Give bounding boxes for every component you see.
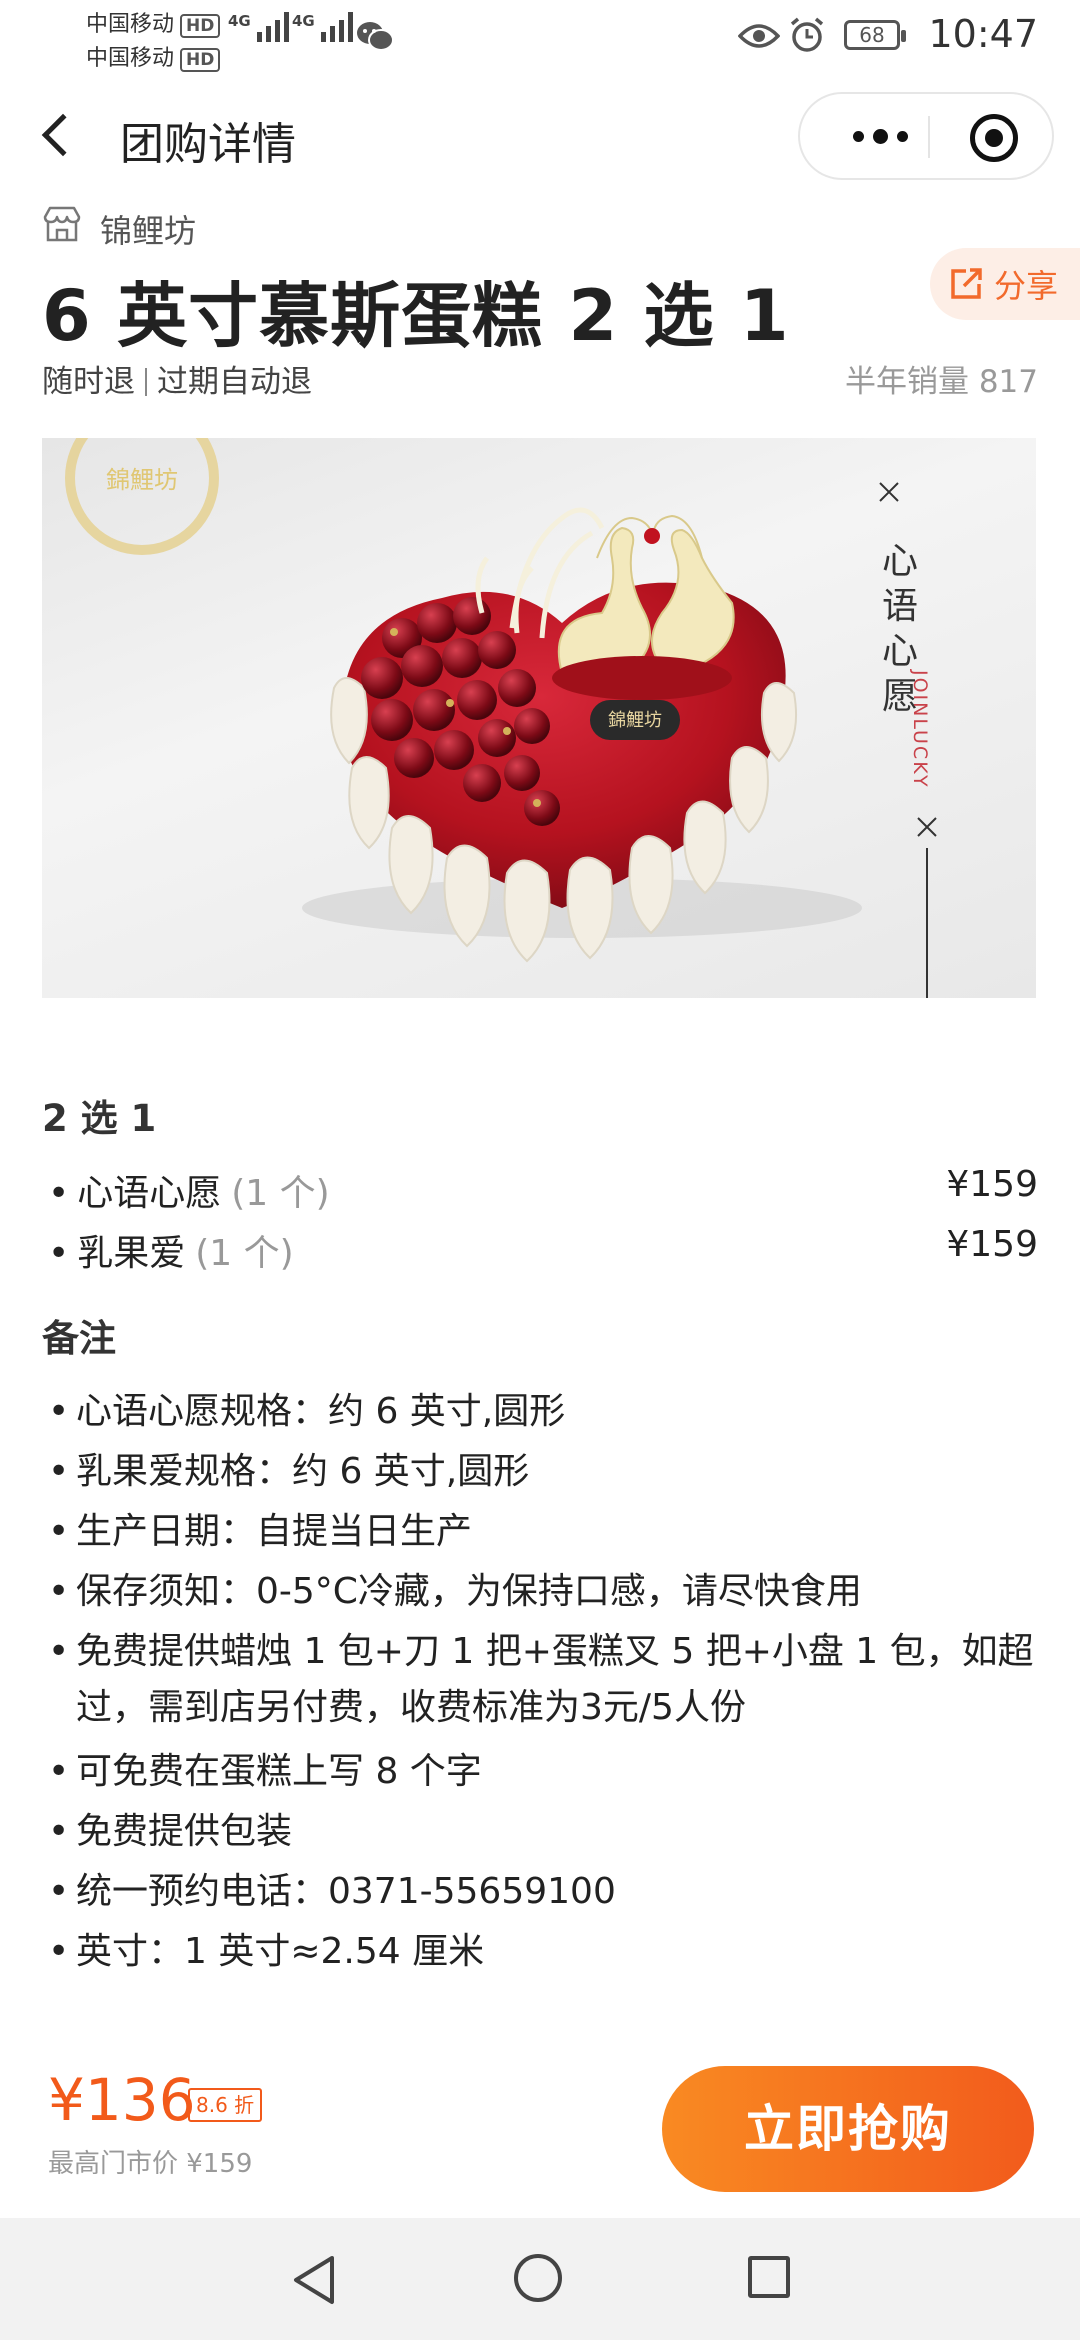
product-image[interactable]: 錦鯉坊 錦鯉坊 心 语 心 愿 JOINLUCKY	[42, 438, 1036, 998]
note-item: • 乳果爱规格：约 6 英寸,圆形	[48, 1444, 1038, 1500]
note-item: • 可免费在蛋糕上写 8 个字	[48, 1744, 1038, 1800]
vertical-char-1: 心	[882, 541, 918, 582]
note-item: • 英寸：1 英寸≈2.54 厘米	[48, 1924, 1038, 1980]
plaque-text: 錦鯉坊	[608, 710, 662, 731]
note-text: 免费提供蜡烛 1 包+刀 1 把+蛋糕叉 5 把+小盘 1 包，如超过，需到店另…	[76, 1631, 1034, 1728]
note-text: 统一预约电话：0371-55659100	[76, 1871, 616, 1912]
status-bar: 中国移动 HD 中国移动 HD 4G 4G 68 10:47	[0, 0, 1080, 80]
carrier-2-label: 中国移动	[86, 46, 175, 71]
note-text: 英寸：1 英寸≈2.54 厘米	[76, 1931, 485, 1972]
share-icon	[951, 268, 982, 299]
nav-recent-apps-icon[interactable]	[748, 2256, 790, 2298]
eye-icon	[738, 24, 780, 48]
alarm-icon	[790, 17, 824, 52]
capsule-divider	[928, 116, 930, 158]
option-name: 乳果爱	[77, 1233, 186, 1274]
refund-tags: 随时退 过期自动退	[42, 356, 312, 401]
carrier-2: 中国移动 HD	[86, 40, 221, 72]
mini-program-capsule	[798, 92, 1054, 180]
store-icon	[43, 206, 81, 242]
wechat-icon	[357, 22, 394, 51]
option-row-2: • 乳果爱 (1 个) ¥159	[48, 1224, 1038, 1274]
option-name: 心语心愿	[77, 1173, 222, 1214]
buy-now-button[interactable]: 立即抢购	[662, 2066, 1034, 2192]
note-text: 乳果爱规格：约 6 英寸,圆形	[76, 1451, 530, 1492]
note-item: • 生产日期：自提当日生产	[48, 1504, 1038, 1560]
note-text: 保存须知：0-5°C冷藏，为保持口感，请尽快食用	[76, 1571, 862, 1612]
joinlucky-text: JOINLUCKY	[909, 669, 931, 789]
nav-back-icon[interactable]	[290, 2254, 338, 2306]
note-item: • 免费提供蜡烛 1 包+刀 1 把+蛋糕叉 5 把+小盘 1 包，如超过，需到店…	[48, 1624, 1038, 1736]
option-price: ¥159	[946, 1164, 1038, 1205]
network-label-1: 4G	[228, 12, 251, 30]
tag-anytime-refund: 随时退	[42, 364, 135, 400]
close-miniprogram-icon[interactable]	[970, 114, 1018, 162]
network-label-2: 4G	[292, 12, 315, 30]
system-navigation-bar	[0, 2218, 1080, 2340]
vertical-char-3: 心	[882, 631, 918, 672]
hd-badge-2: HD	[180, 48, 221, 72]
notes-title: 备注	[42, 1317, 116, 1360]
note-text: 免费提供包装	[76, 1811, 293, 1852]
options-title: 2 选 1	[42, 1097, 157, 1140]
discount-badge: 8.6 折	[188, 2088, 263, 2122]
note-text: 生产日期：自提当日生产	[76, 1511, 473, 1552]
carrier-1-label: 中国移动	[86, 12, 175, 37]
brand-logo-text: 錦鯉坊	[106, 466, 178, 494]
tag-expire-refund: 过期自动退	[157, 364, 312, 400]
back-arrow-icon[interactable]	[41, 113, 85, 157]
option-row-1: • 心语心愿 (1 个) ¥159	[48, 1164, 1038, 1214]
carrier-1: 中国移动 HD	[86, 6, 221, 38]
signal-1-icon: 4G	[228, 12, 289, 42]
deal-price: ¥136	[48, 2066, 196, 2134]
clock: 10:47	[928, 12, 1038, 56]
page-title: 团购详情	[120, 119, 296, 170]
more-icon[interactable]	[840, 121, 920, 151]
option-qty: (1 个)	[231, 1173, 330, 1214]
cake-photo: 錦鯉坊 錦鯉坊 心 语 心 愿 JOINLUCKY	[65, 438, 937, 998]
option-qty: (1 个)	[195, 1233, 294, 1274]
battery-icon: 68	[844, 20, 906, 50]
note-text: 可免费在蛋糕上写 8 个字	[76, 1751, 482, 1792]
note-item: • 统一预约电话：0371-55659100	[48, 1864, 1038, 1920]
shop-name[interactable]: 锦鲤坊	[100, 206, 196, 252]
note-item: • 免费提供包装	[48, 1804, 1038, 1860]
original-price: 最高门市价 ¥159	[48, 2149, 253, 2179]
nav-home-icon[interactable]	[514, 2254, 562, 2302]
option-price: ¥159	[946, 1224, 1038, 1265]
product-title: 6 英寸慕斯蛋糕 2 选 1	[42, 275, 790, 357]
share-button[interactable]: 分享	[930, 248, 1080, 320]
sales-count: 半年销量 817	[844, 364, 1038, 400]
signal-2-icon: 4G	[292, 12, 353, 42]
vertical-char-2: 语	[882, 586, 918, 627]
hd-badge-1: HD	[180, 14, 221, 38]
share-label: 分享	[994, 267, 1059, 305]
note-text: 心语心愿规格：约 6 英寸,圆形	[76, 1391, 566, 1432]
note-item: • 心语心愿规格：约 6 英寸,圆形	[48, 1384, 1038, 1440]
note-item: • 保存须知：0-5°C冷藏，为保持口感，请尽快食用	[48, 1564, 1038, 1620]
